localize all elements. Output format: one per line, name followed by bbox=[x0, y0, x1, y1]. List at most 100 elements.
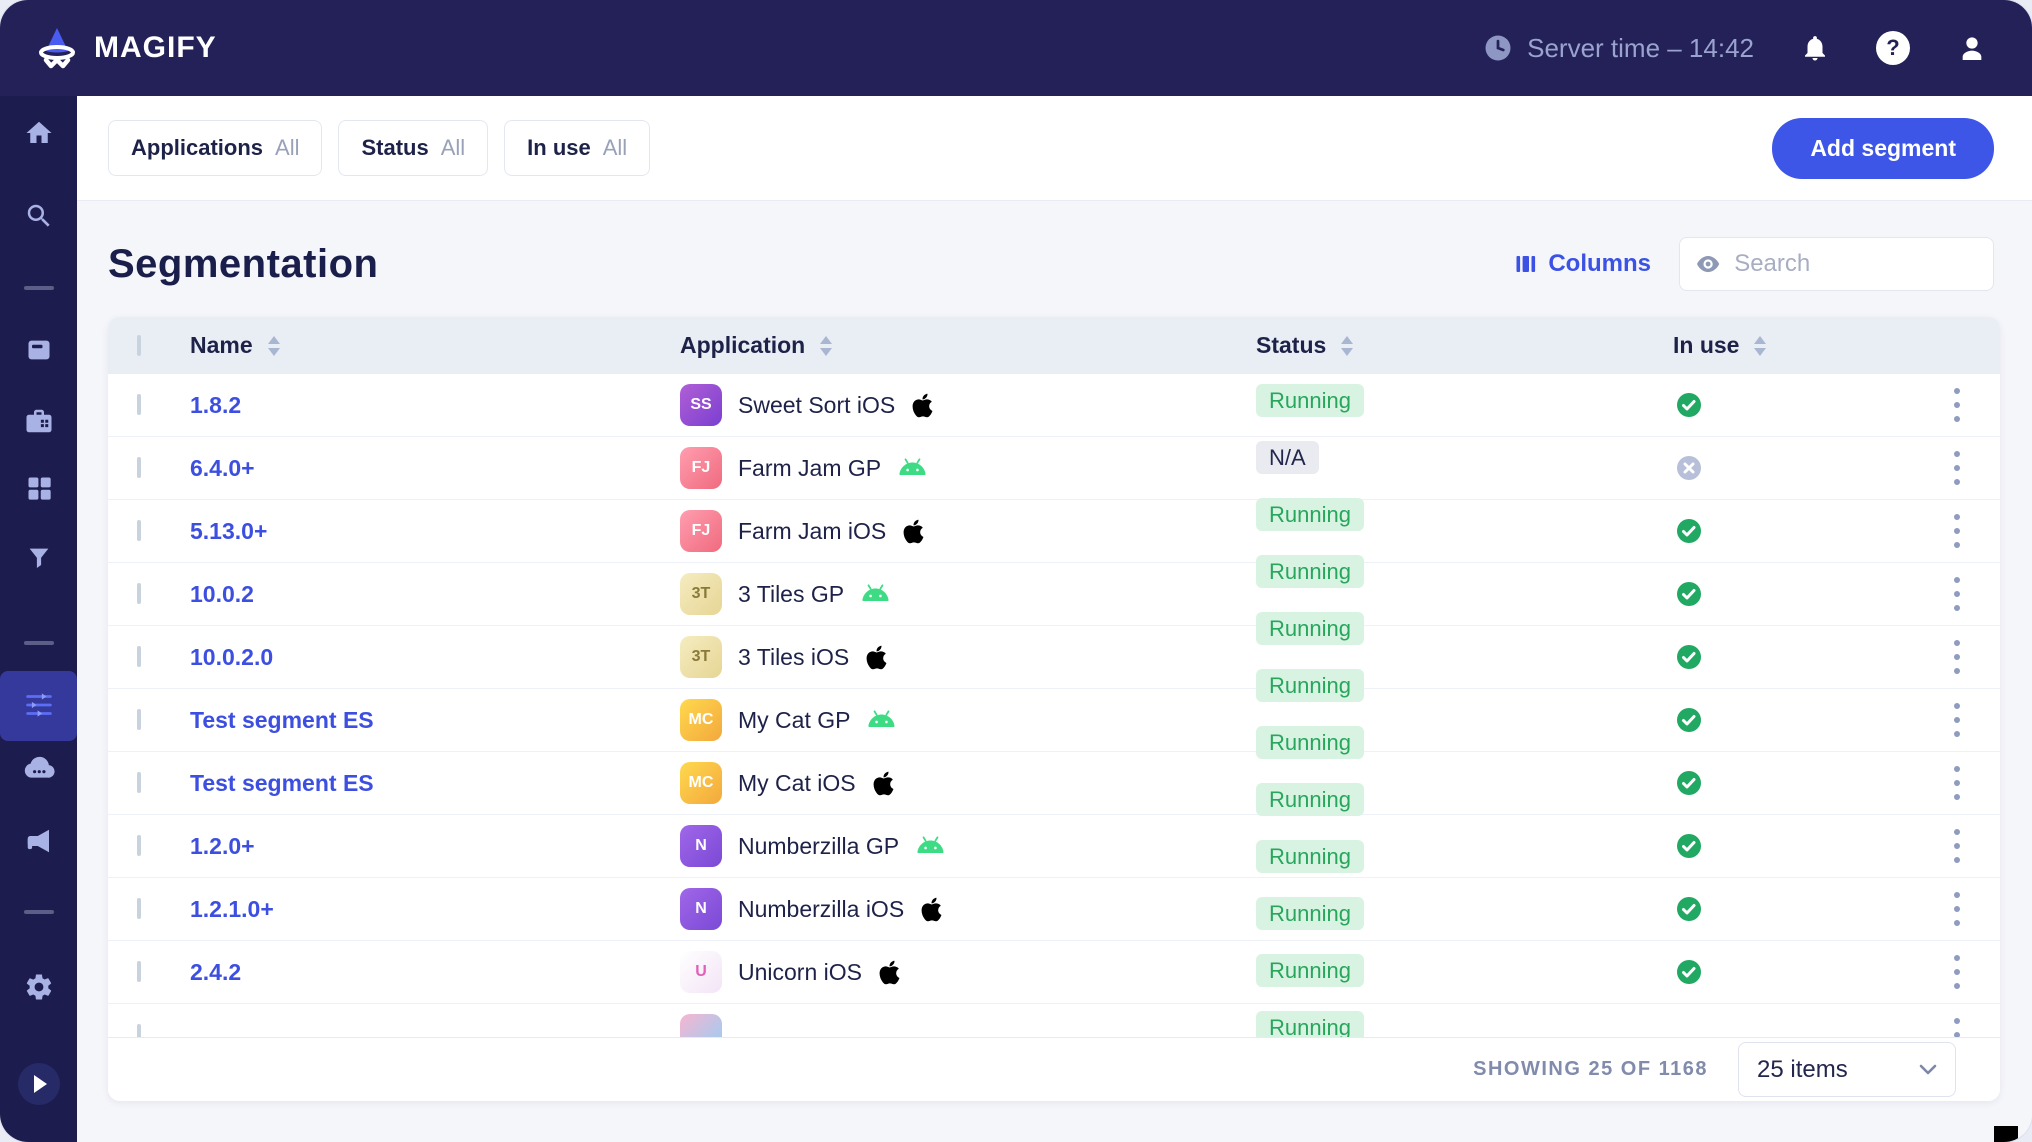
row-checkbox[interactable] bbox=[137, 457, 141, 478]
sidebar-item-settings[interactable] bbox=[0, 972, 77, 1002]
segment-name-link[interactable]: 1.8.2 bbox=[190, 392, 241, 418]
row-menu-icon[interactable] bbox=[1952, 825, 1962, 867]
row-menu-icon[interactable] bbox=[1952, 951, 1962, 993]
row-checkbox[interactable] bbox=[137, 961, 141, 982]
segment-name-link[interactable]: 10.0.2.0 bbox=[190, 644, 273, 670]
app-name: Numberzilla GP bbox=[738, 833, 899, 860]
row-menu-icon[interactable] bbox=[1952, 636, 1962, 678]
row-menu-icon[interactable] bbox=[1952, 699, 1962, 741]
segment-name-link[interactable]: Test segment ES bbox=[190, 707, 374, 733]
sidebar-item-segmentation[interactable] bbox=[0, 688, 77, 722]
select-all-checkbox[interactable] bbox=[137, 335, 141, 356]
chevron-down-icon bbox=[1919, 1064, 1937, 1076]
in-use-check-icon bbox=[1676, 896, 1702, 922]
app-icon: 3T bbox=[680, 636, 722, 678]
sidebar-item-filters[interactable] bbox=[0, 544, 77, 572]
user-profile-icon[interactable] bbox=[1956, 32, 1988, 64]
search-icon bbox=[24, 201, 54, 231]
segment-name-link[interactable]: 5.13.0+ bbox=[190, 518, 267, 544]
add-segment-button[interactable]: Add segment bbox=[1772, 118, 1994, 179]
in-use-check-icon bbox=[1676, 959, 1702, 985]
android-icon bbox=[860, 584, 891, 604]
segment-name-link[interactable]: 10.0.2 bbox=[190, 581, 254, 607]
sidebar-divider bbox=[24, 910, 54, 914]
app-icon: N bbox=[680, 888, 722, 930]
row-checkbox[interactable] bbox=[137, 1024, 141, 1037]
row-checkbox[interactable] bbox=[137, 835, 141, 856]
table-body: 1.8.2 SS Sweet Sort iOS bbox=[108, 374, 2000, 1037]
column-header-application[interactable]: Application bbox=[680, 332, 1256, 359]
row-checkbox[interactable] bbox=[137, 772, 141, 793]
eye-icon bbox=[1696, 253, 1720, 275]
segment-name-link[interactable]: 1.2.0+ bbox=[190, 833, 255, 859]
row-menu-icon[interactable] bbox=[1952, 762, 1962, 804]
in-use-check-icon bbox=[1676, 518, 1702, 544]
row-menu-icon[interactable] bbox=[1952, 1014, 1962, 1037]
main-content: ApplicationsAllStatusAllIn useAll Add se… bbox=[77, 96, 2032, 1142]
filter-value: All bbox=[603, 135, 627, 161]
row-menu-icon[interactable] bbox=[1952, 384, 1962, 426]
sidebar-item-campaigns[interactable] bbox=[0, 826, 77, 856]
apple-icon bbox=[878, 959, 901, 986]
column-header-in-use[interactable]: In use bbox=[1608, 332, 1772, 359]
article-icon bbox=[24, 336, 54, 364]
apple-icon bbox=[911, 392, 934, 419]
row-checkbox[interactable] bbox=[137, 520, 141, 541]
row-checkbox[interactable] bbox=[137, 646, 141, 667]
search-box[interactable] bbox=[1679, 237, 1994, 291]
sidebar-item-dashboard[interactable] bbox=[0, 474, 77, 502]
briefcase-icon bbox=[24, 406, 54, 436]
table-row: 1.2.1.0+ N Numberzilla iOS bbox=[108, 878, 2000, 941]
sidebar-collapse-button[interactable] bbox=[0, 1062, 77, 1106]
sidebar-item-search[interactable] bbox=[0, 201, 77, 231]
top-bar: MAGIFY Server time – 14:42 ? bbox=[0, 0, 2032, 96]
search-input[interactable] bbox=[1734, 250, 1977, 278]
apple-icon bbox=[872, 770, 895, 797]
column-header-name[interactable]: Name bbox=[190, 332, 680, 359]
help-icon[interactable]: ? bbox=[1876, 31, 1910, 65]
sidebar-divider bbox=[24, 286, 54, 290]
segment-name-link[interactable]: Test segment ES bbox=[190, 770, 374, 796]
app-name: 3 Tiles GP bbox=[738, 581, 844, 608]
row-menu-icon[interactable] bbox=[1952, 573, 1962, 615]
filter-label: In use bbox=[527, 135, 591, 161]
sidebar bbox=[0, 96, 77, 1142]
segment-name-link[interactable]: 6.4.0+ bbox=[190, 455, 255, 481]
row-menu-icon[interactable] bbox=[1952, 510, 1962, 552]
row-menu-icon[interactable] bbox=[1952, 888, 1962, 930]
sidebar-item-apps[interactable] bbox=[0, 406, 77, 436]
table-row bbox=[108, 1004, 2000, 1037]
notifications-bell-icon[interactable] bbox=[1800, 32, 1830, 64]
app-icon: FJ bbox=[680, 447, 722, 489]
sort-icon bbox=[267, 336, 281, 356]
row-checkbox[interactable] bbox=[137, 583, 141, 604]
in-use-check-icon bbox=[1676, 707, 1702, 733]
segment-name-link[interactable]: 2.4.2 bbox=[190, 959, 241, 985]
page-size-select[interactable]: 25 items bbox=[1738, 1042, 1956, 1097]
play-icon bbox=[17, 1062, 61, 1106]
filter-value: All bbox=[275, 135, 299, 161]
sidebar-item-home[interactable] bbox=[0, 118, 77, 148]
sidebar-item-cloud[interactable] bbox=[0, 754, 77, 780]
segment-name-link[interactable]: 1.2.1.0+ bbox=[190, 896, 274, 922]
row-checkbox[interactable] bbox=[137, 394, 141, 415]
row-checkbox[interactable] bbox=[137, 898, 141, 919]
apple-icon bbox=[865, 644, 888, 671]
filter-chip-status[interactable]: StatusAll bbox=[338, 120, 488, 176]
filter-chip-in-use[interactable]: In use All bbox=[504, 120, 650, 176]
page-title: Segmentation bbox=[108, 242, 378, 287]
sidebar-item-pages[interactable] bbox=[0, 336, 77, 364]
row-checkbox[interactable] bbox=[137, 709, 141, 730]
columns-button[interactable]: Columns bbox=[1514, 250, 1651, 278]
filter-chip-applications[interactable]: ApplicationsAll bbox=[108, 120, 322, 176]
screen-artifact bbox=[1994, 1126, 2018, 1142]
clock-icon bbox=[1483, 33, 1513, 63]
brand: MAGIFY bbox=[34, 26, 217, 70]
row-menu-icon[interactable] bbox=[1952, 447, 1962, 489]
app-window: MAGIFY Server time – 14:42 ? bbox=[0, 0, 2032, 1142]
table-header: Name Application Status In use bbox=[108, 317, 2000, 374]
table-row: 10.0.2.0 3T 3 Tiles iOS bbox=[108, 626, 2000, 689]
app-icon: U bbox=[680, 951, 722, 993]
home-icon bbox=[24, 118, 54, 148]
column-header-status[interactable]: Status bbox=[1256, 332, 1608, 359]
